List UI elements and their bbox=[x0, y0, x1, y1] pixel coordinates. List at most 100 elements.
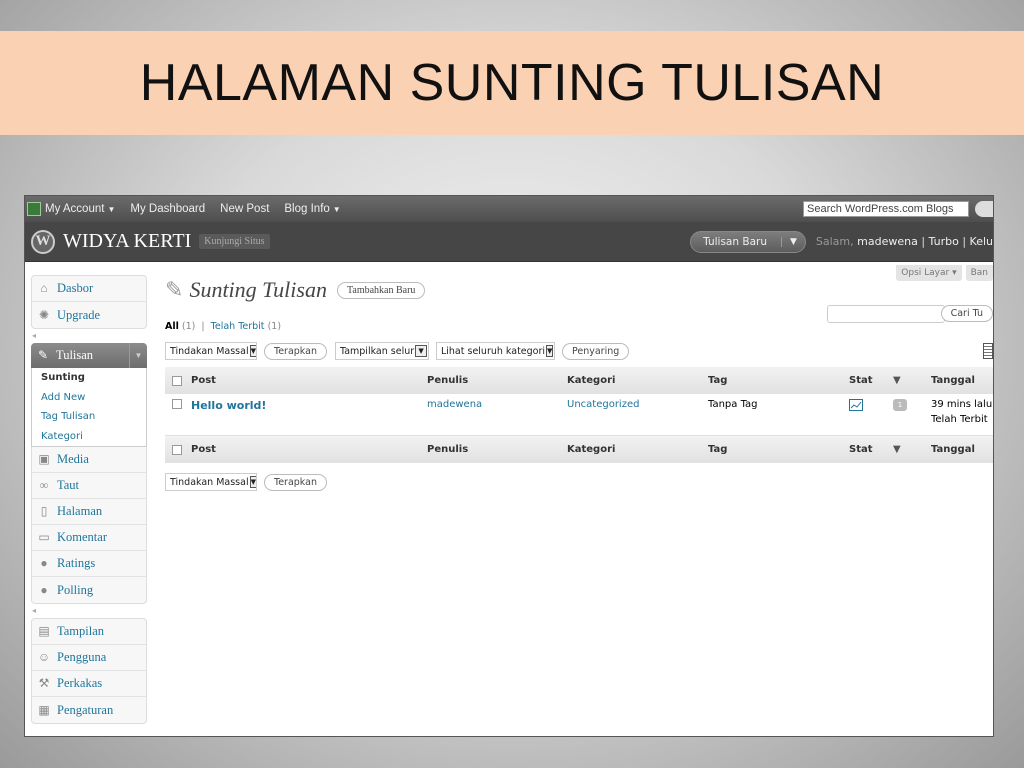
user-name-link[interactable]: madewena bbox=[857, 235, 918, 248]
submenu-add-new[interactable]: Add New bbox=[32, 388, 146, 408]
submenu-tag-tulisan[interactable]: Tag Tulisan bbox=[32, 407, 146, 427]
my-account-menu[interactable]: My Account ▼ bbox=[45, 203, 115, 215]
menu-pengaturan[interactable]: ▦ Pengaturan bbox=[32, 697, 146, 723]
category-filter-select[interactable]: Lihat seluruh kategori ▼ bbox=[435, 342, 555, 360]
page-heading: ✎ Sunting Tulisan Tambahkan Baru bbox=[165, 277, 426, 303]
upgrade-icon: ✺ bbox=[38, 307, 50, 322]
link-icon: ∞ bbox=[39, 478, 49, 492]
menu-group-top: ⌂ Dasbor ✺ Upgrade bbox=[31, 275, 147, 329]
comment-icon: ▭ bbox=[38, 530, 50, 544]
category-link[interactable]: Uncategorized bbox=[567, 399, 708, 410]
menu-toggle-icon[interactable]: ▼ bbox=[129, 343, 147, 368]
tools-icon: ⚒ bbox=[38, 676, 50, 690]
slide-title: HALAMAN SUNTING TULISAN bbox=[139, 54, 885, 112]
admin-bar: My Account ▼ My Dashboard New Post Blog I… bbox=[25, 196, 993, 222]
new-post-link[interactable]: New Post bbox=[220, 203, 269, 215]
settings-icon: ▦ bbox=[38, 702, 50, 717]
menu-media[interactable]: ▣ Media bbox=[32, 447, 146, 473]
site-name[interactable]: WIDYA KERTI bbox=[63, 230, 191, 253]
author-link[interactable]: madewena bbox=[427, 399, 567, 410]
post-search-input[interactable] bbox=[827, 305, 945, 323]
post-date: 39 mins lalu Telah Terbit bbox=[931, 399, 993, 425]
column-tag: Tag bbox=[708, 444, 728, 455]
bulk-actions-select[interactable]: Tindakan Massal ▼ bbox=[165, 342, 257, 360]
menu-polling[interactable]: ● Polling bbox=[32, 577, 146, 603]
blog-search-button[interactable] bbox=[975, 201, 993, 217]
column-tanggal[interactable]: Tanggal bbox=[931, 375, 993, 386]
chevron-down-icon[interactable]: ▼ bbox=[249, 345, 256, 357]
apply-button[interactable]: Terapkan bbox=[264, 342, 327, 360]
pin-icon: ✎ bbox=[165, 277, 184, 303]
media-icon: ▣ bbox=[38, 452, 50, 466]
stats-chart-icon[interactable] bbox=[849, 399, 893, 414]
menu-upgrade[interactable]: ✺ Upgrade bbox=[32, 302, 146, 328]
column-kategori: Kategori bbox=[567, 444, 616, 455]
slide-title-band: HALAMAN SUNTING TULISAN bbox=[0, 31, 1024, 135]
comments-column-icon: ▼ bbox=[893, 444, 901, 455]
page-icon: ▯ bbox=[40, 504, 48, 518]
column-tanggal[interactable]: Tanggal bbox=[931, 444, 993, 455]
column-post[interactable]: Post bbox=[191, 375, 427, 386]
my-dashboard-link[interactable]: My Dashboard bbox=[130, 203, 205, 215]
favorite-actions[interactable]: Tulisan Baru ▼ bbox=[690, 230, 806, 253]
menu-perkakas[interactable]: ⚒ Perkakas bbox=[32, 671, 146, 697]
site-header: W WIDYA KERTI Kunjungi Situs Tulisan Bar… bbox=[25, 222, 993, 262]
row-checkbox[interactable] bbox=[172, 399, 182, 409]
menu-separator[interactable]: ◂ bbox=[31, 329, 147, 343]
post-title-link[interactable]: Hello world! bbox=[191, 399, 427, 412]
tulisan-submenu: Sunting Add New Tag Tulisan Kategori bbox=[31, 368, 147, 447]
filter-all-link[interactable]: All bbox=[165, 321, 179, 332]
turbo-link[interactable]: Turbo bbox=[929, 235, 959, 248]
pin-icon: ✎ bbox=[37, 348, 49, 362]
comments-column-icon: ▼ bbox=[893, 375, 901, 386]
chevron-down-icon[interactable]: ▼ bbox=[546, 345, 554, 357]
menu-tulisan[interactable]: ✎ Tulisan ▼ bbox=[31, 343, 147, 368]
menu-separator[interactable]: ◂ bbox=[31, 604, 147, 618]
comment-count-bubble[interactable]: 1 bbox=[893, 399, 907, 411]
users-icon: ☺ bbox=[37, 650, 51, 664]
list-view-icon[interactable] bbox=[983, 343, 993, 359]
menu-tampilan[interactable]: ▤ Tampilan bbox=[32, 619, 146, 645]
bulk-actions-select[interactable]: Tindakan Massal ▼ bbox=[165, 473, 257, 491]
table-toolbar-top: Tindakan Massal ▼ Terapkan Tampilkan selu… bbox=[165, 342, 637, 360]
logout-link[interactable]: Kelu bbox=[970, 235, 993, 248]
new-post-button[interactable]: Tulisan Baru bbox=[691, 236, 781, 248]
menu-komentar[interactable]: ▭ Komentar bbox=[32, 525, 146, 551]
post-status: Telah Terbit bbox=[931, 414, 988, 425]
help-button[interactable]: Ban bbox=[965, 265, 993, 281]
select-all-checkbox[interactable] bbox=[172, 375, 182, 386]
ratings-icon: ● bbox=[40, 556, 48, 570]
column-post[interactable]: Post bbox=[191, 444, 427, 455]
polling-icon: ● bbox=[40, 582, 48, 597]
menu-pengguna[interactable]: ☺ Pengguna bbox=[32, 645, 146, 671]
screen-options-button[interactable]: Opsi Layar ▾ bbox=[896, 265, 962, 281]
visit-site-button[interactable]: Kunjungi Situs bbox=[199, 234, 270, 249]
menu-taut[interactable]: ∞ Taut bbox=[32, 473, 146, 499]
submenu-kategori[interactable]: Kategori bbox=[32, 427, 146, 447]
date-filter-select[interactable]: Tampilkan selur ▼ bbox=[334, 342, 429, 360]
posts-table: Post Penulis Kategori Tag Stat ▼ Tanggal… bbox=[165, 367, 993, 463]
chevron-down-icon[interactable]: ▼ bbox=[415, 345, 427, 357]
menu-halaman[interactable]: ▯ Halaman bbox=[32, 499, 146, 525]
filter-button[interactable]: Penyaring bbox=[561, 342, 630, 360]
admin-body: ⌂ Dasbor ✺ Upgrade ◂ ✎ Tulisan ▼ Sunting A… bbox=[25, 262, 993, 736]
chevron-down-icon[interactable]: ▼ bbox=[780, 236, 805, 247]
apply-button[interactable]: Terapkan bbox=[264, 473, 327, 491]
page-title: Sunting Tulisan bbox=[189, 277, 327, 302]
blog-info-menu[interactable]: Blog Info ▼ bbox=[284, 203, 340, 215]
blog-search-input[interactable]: Search WordPress.com Blogs bbox=[803, 201, 969, 217]
menu-ratings[interactable]: ● Ratings bbox=[32, 551, 146, 577]
select-all-checkbox[interactable] bbox=[172, 444, 182, 455]
table-row: Hello world! madewena Uncategorized Tanp… bbox=[165, 394, 993, 436]
menu-group-middle: ▣ Media ∞ Taut ▯ Halaman ▭ Komentar ● Ratings… bbox=[31, 447, 147, 604]
menu-dasbor[interactable]: ⌂ Dasbor bbox=[32, 276, 146, 302]
admin-menu: ⌂ Dasbor ✺ Upgrade ◂ ✎ Tulisan ▼ Sunting A… bbox=[31, 275, 147, 724]
submenu-sunting[interactable]: Sunting bbox=[32, 368, 146, 388]
wordpress-com-icon[interactable] bbox=[27, 202, 41, 216]
search-posts-button[interactable]: Cari Tu bbox=[940, 305, 993, 322]
home-icon: ⌂ bbox=[40, 281, 48, 295]
filter-published-link[interactable]: Telah Terbit bbox=[211, 321, 265, 332]
chevron-down-icon[interactable]: ▼ bbox=[249, 476, 256, 488]
column-penulis: Penulis bbox=[427, 375, 469, 386]
add-new-button[interactable]: Tambahkan Baru bbox=[336, 281, 426, 299]
